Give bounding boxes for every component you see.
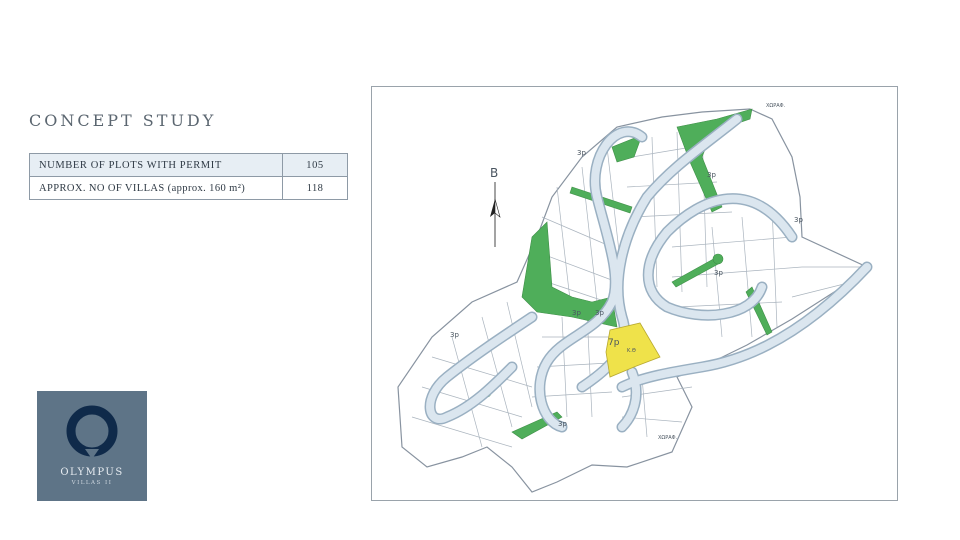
map-label: 3p bbox=[450, 331, 459, 339]
map-label: 3p bbox=[577, 149, 586, 157]
map-label: 3p bbox=[558, 420, 567, 428]
table-row: NUMBER OF PLOTS WITH PERMIT 105 bbox=[29, 153, 348, 177]
site-plan-drawing: Κ.Θ B ΧΩΡΑΦ. ΧΩΡΑΦ. 3p 3p 3p 3p 3p 3p 7p… bbox=[397, 103, 873, 493]
site-boundary bbox=[397, 108, 869, 493]
map-label: 3p bbox=[707, 171, 716, 179]
olympus-villas-logo: OLYMPUS VILLAS II bbox=[37, 391, 147, 501]
stat-label: NUMBER OF PLOTS WITH PERMIT bbox=[29, 153, 283, 177]
page-title: CONCEPT STUDY bbox=[29, 111, 217, 130]
road-label-bottom: ΧΩΡΑΦ. bbox=[658, 435, 678, 441]
road-label-top: ΧΩΡΑΦ. bbox=[766, 103, 786, 109]
north-arrow-icon bbox=[490, 182, 501, 247]
stat-value: 105 bbox=[282, 153, 348, 177]
plot-stats-table: NUMBER OF PLOTS WITH PERMIT 105 APPROX. … bbox=[29, 153, 348, 200]
map-label: 7p bbox=[608, 338, 620, 348]
stat-label: APPROX. NO OF VILLAS (approx. 160 m²) bbox=[29, 176, 283, 200]
logo-brand: OLYMPUS bbox=[60, 467, 124, 478]
highlighted-plot-label: Κ.Θ bbox=[627, 348, 636, 354]
map-label: 3p bbox=[595, 309, 604, 317]
map-label: 3p bbox=[572, 309, 581, 317]
map-label: 3p bbox=[714, 269, 723, 277]
map-label: 3p bbox=[794, 216, 803, 224]
logo-sub: VILLAS II bbox=[71, 480, 113, 486]
north-label: B bbox=[490, 166, 498, 180]
stat-value: 118 bbox=[282, 176, 348, 200]
table-row: APPROX. NO OF VILLAS (approx. 160 m²) 11… bbox=[29, 176, 348, 200]
site-plan-map: Κ.Θ B ΧΩΡΑΦ. ΧΩΡΑΦ. 3p 3p 3p 3p 3p 3p 7p… bbox=[371, 86, 898, 501]
